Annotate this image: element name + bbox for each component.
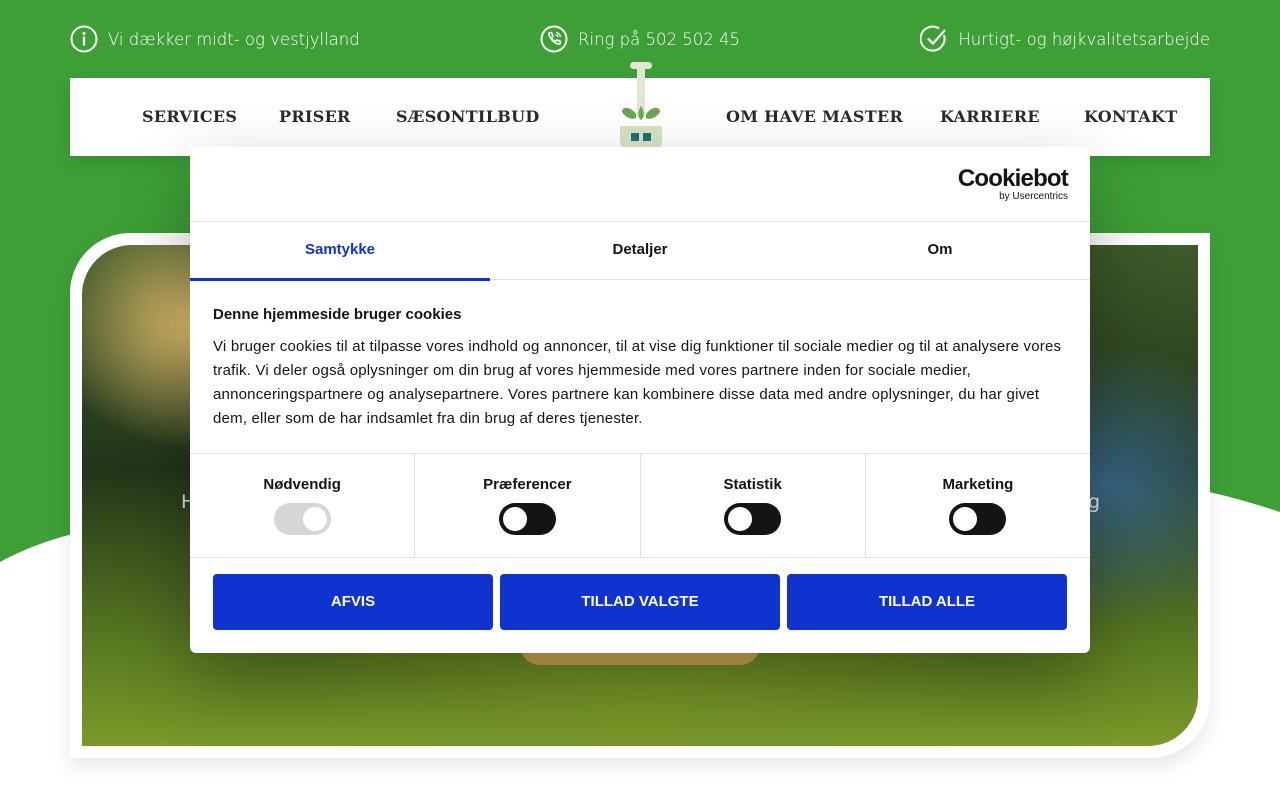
toggle-group-preferences: Præferencer xyxy=(415,454,641,557)
tab-om[interactable]: Om xyxy=(790,222,1090,280)
cookie-consent-dialog: Cookiebot by Usercentrics Samtykke Detal… xyxy=(190,147,1090,653)
cookie-heading: Denne hjemmeside bruger cookies xyxy=(213,306,462,323)
necessary-toggle xyxy=(273,503,331,535)
toggle-label-statistics: Statistik xyxy=(723,476,782,493)
allow-selected-button[interactable]: TILLAD VALGTE xyxy=(500,574,780,630)
cookiebot-name: Cookiebot xyxy=(957,165,1069,192)
toggle-label-necessary: Nødvendig xyxy=(263,476,341,493)
cookie-tabs: Samtykke Detaljer Om xyxy=(190,222,1090,281)
quality-info: Hurtigt- og højkvalitetsarbejde xyxy=(920,25,1210,53)
phone-text[interactable]: Ring på 502 502 45 xyxy=(578,30,740,49)
tab-detaljer[interactable]: Detaljer xyxy=(490,222,790,280)
check-circle-icon xyxy=(920,25,947,52)
allow-all-button[interactable]: TILLAD ALLE xyxy=(787,574,1067,630)
cookie-dialog-header: Cookiebot by Usercentrics xyxy=(190,147,1090,222)
marketing-toggle[interactable] xyxy=(949,503,1007,535)
preferences-toggle[interactable] xyxy=(498,503,556,535)
nav-priser[interactable]: PRISER xyxy=(279,78,351,156)
nav-karriere[interactable]: KARRIERE xyxy=(940,78,1040,156)
toggle-label-marketing: Marketing xyxy=(942,476,1014,493)
phone-info[interactable]: Ring på 502 502 45 xyxy=(540,25,740,53)
nav-saesontilbud[interactable]: SÆSONTILBUD xyxy=(396,78,540,156)
cookie-action-buttons: AFVIS TILLAD VALGTE TILLAD ALLE xyxy=(190,558,1090,630)
main-navigation: SERVICES PRISER SÆSONTILBUD OM HAVE MAST… xyxy=(70,62,1210,156)
cookie-description: Denne hjemmeside bruger cookies Vi bruge… xyxy=(190,280,1090,454)
toggle-group-necessary: Nødvendig xyxy=(190,454,416,557)
coverage-info: Vi dækker midt- og vestjylland xyxy=(70,25,360,53)
cookie-category-toggles: Nødvendig Præferencer Statistik Marketin… xyxy=(190,454,1090,558)
toggle-group-statistics: Statistik xyxy=(641,454,866,557)
top-info-bar: Vi dækker midt- og vestjylland Ring på 5… xyxy=(70,20,1210,58)
reject-button[interactable]: AFVIS xyxy=(213,574,493,630)
toggle-group-marketing: Marketing xyxy=(866,454,1090,557)
cookie-body-text: Vi bruger cookies til at tilpasse vores … xyxy=(213,338,1062,427)
coverage-text: Vi dækker midt- og vestjylland xyxy=(108,29,360,49)
toggle-label-preferences: Præferencer xyxy=(483,476,572,493)
statistics-toggle[interactable] xyxy=(724,503,782,535)
nav-services[interactable]: SERVICES xyxy=(142,78,237,156)
phone-icon xyxy=(540,25,568,53)
shovel-logo[interactable] xyxy=(616,62,666,152)
tab-samtykke[interactable]: Samtykke xyxy=(190,222,490,281)
nav-om-have-master[interactable]: OM HAVE MASTER xyxy=(726,78,903,156)
nav-kontakt[interactable]: KONTAKT xyxy=(1084,78,1177,156)
cookiebot-by: by Usercentrics xyxy=(999,191,1068,202)
info-icon xyxy=(70,25,98,53)
quality-text: Hurtigt- og højkvalitetsarbejde xyxy=(958,29,1210,49)
cookiebot-logo[interactable]: Cookiebot by Usercentrics xyxy=(957,165,1069,203)
